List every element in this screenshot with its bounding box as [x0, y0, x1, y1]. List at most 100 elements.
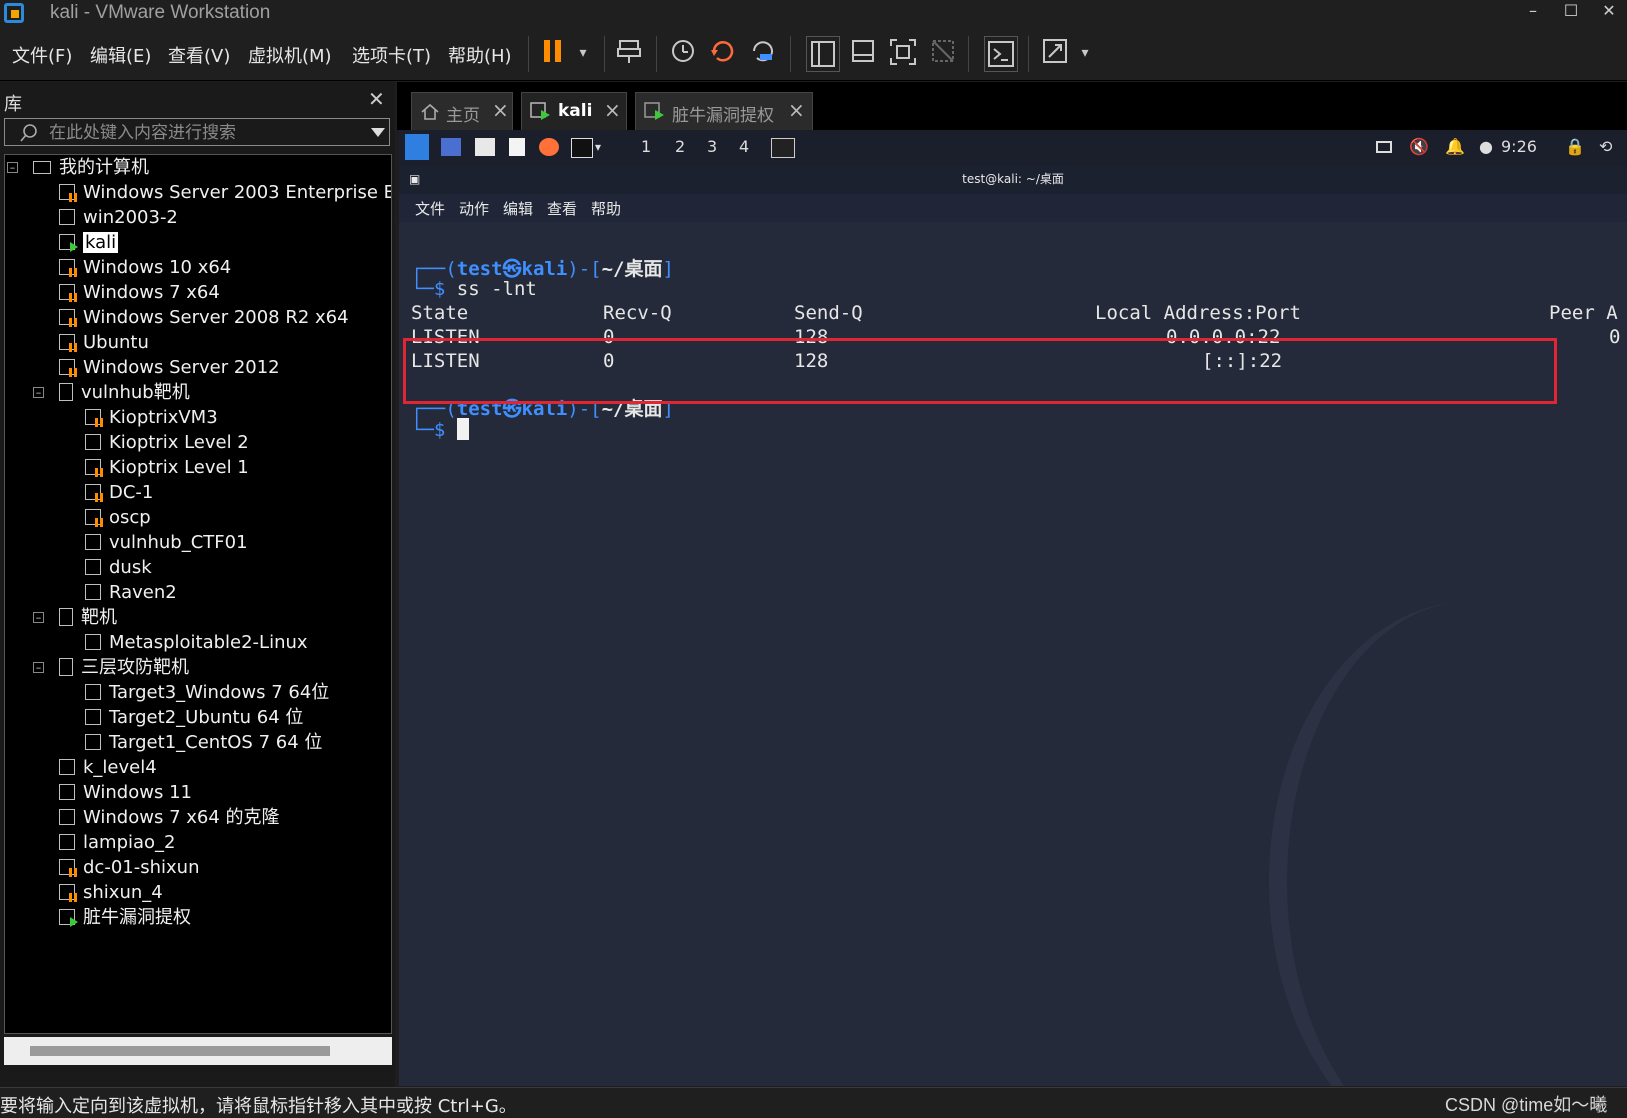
show-desktop-icon[interactable] — [441, 138, 461, 156]
chevron-down-icon[interactable]: ▾ — [1070, 38, 1100, 68]
lock-icon[interactable]: 🔒 — [1565, 137, 1585, 156]
library-tree-item[interactable]: Ubuntu — [59, 330, 149, 355]
library-tree-item[interactable]: dc-01-shixun — [59, 855, 199, 880]
scrollbar-thumb[interactable] — [30, 1046, 330, 1056]
tree-collapse-icon[interactable]: – — [33, 612, 44, 623]
menu-view[interactable]: 查看(V) — [168, 42, 230, 68]
power-status-icon[interactable]: ● — [1479, 137, 1493, 156]
terminal-menu-view[interactable]: 查看 — [547, 198, 577, 219]
library-search-input[interactable] — [47, 121, 361, 145]
console-view-icon[interactable] — [984, 36, 1018, 72]
tree-collapse-icon[interactable]: – — [33, 387, 44, 398]
terminal-icon[interactable] — [571, 138, 593, 158]
library-tree-item[interactable]: Windows Server 2012 — [59, 355, 280, 380]
library-tree-item[interactable]: shixun_4 — [59, 880, 163, 905]
library-tree-item[interactable]: Windows 10 x64 — [59, 255, 231, 280]
workspace-2[interactable]: 2 — [675, 137, 685, 156]
menu-vm[interactable]: 虚拟机(M) — [248, 42, 332, 68]
pause-icon[interactable] — [538, 38, 568, 68]
library-tree-item[interactable]: oscp — [85, 505, 151, 530]
library-tree-item[interactable]: Kioptrix Level 1 — [85, 455, 249, 480]
library-search-box[interactable] — [4, 118, 390, 146]
library-tree-item[interactable]: vulnhub靶机 — [59, 380, 190, 405]
snapshot-manager-icon[interactable] — [748, 38, 778, 68]
guest-display[interactable]: ▾ 1 2 3 4 🔇 🔔 ● 9:26 🔒 ⟲ ▣ test@kali: ~/… — [399, 130, 1627, 1086]
library-tree-item[interactable]: Windows 7 x64 — [59, 280, 220, 305]
tab-kali-close-icon[interactable]: × — [604, 98, 621, 122]
workspace-4[interactable]: 4 — [739, 137, 749, 156]
library-tree-item[interactable]: win2003-2 — [59, 205, 178, 230]
bell-icon[interactable]: 🔔 — [1445, 137, 1465, 156]
library-tree-item[interactable]: 脏牛漏洞提权 — [59, 905, 191, 930]
library-tree-item[interactable]: DC-1 — [85, 480, 153, 505]
mute-icon[interactable]: 🔇 — [1409, 137, 1429, 156]
library-tree-item[interactable]: dusk — [85, 555, 152, 580]
tab-home[interactable]: 主页 × — [411, 92, 513, 130]
library-tree-item[interactable]: Target2_Ubuntu 64 位 — [85, 705, 303, 730]
library-tree-item[interactable]: Windows 7 x64 的克隆 — [59, 805, 280, 830]
terminal-menu-file[interactable]: 文件 — [415, 198, 445, 219]
library-tree-item[interactable]: 我的计算机 — [33, 155, 149, 180]
vm-suspended-icon — [59, 334, 77, 352]
menu-help[interactable]: 帮助(H) — [448, 42, 512, 68]
workspace-3[interactable]: 3 — [707, 137, 717, 156]
library-tree-item[interactable]: kali — [59, 230, 119, 255]
clock[interactable]: 9:26 — [1501, 137, 1537, 156]
tree-collapse-icon[interactable]: – — [33, 662, 44, 673]
row1-peer: 0 — [1609, 326, 1621, 348]
library-tree-item[interactable]: Windows Server 2003 Enterprise Ed — [59, 180, 391, 205]
close-button[interactable]: ✕ — [1591, 0, 1627, 24]
revert-snapshot-icon[interactable] — [708, 38, 738, 68]
unity-icon[interactable] — [928, 38, 958, 68]
taskbar-terminal-icon[interactable] — [771, 138, 795, 158]
terminal-menu-edit[interactable]: 编辑 — [503, 198, 533, 219]
library-tree-item[interactable]: Kioptrix Level 2 — [85, 430, 249, 455]
stretch-guest-icon[interactable] — [1040, 38, 1070, 68]
chevron-down-icon[interactable]: ▾ — [595, 140, 601, 154]
menu-edit[interactable]: 编辑(E) — [90, 42, 151, 68]
library-tree-item[interactable]: 靶机 — [59, 605, 117, 630]
library-tree-item[interactable]: KioptrixVM3 — [85, 405, 218, 430]
library-tree-item[interactable]: k_level4 — [59, 755, 157, 780]
chevron-down-icon[interactable] — [371, 128, 385, 138]
tab-home-close-icon[interactable]: × — [492, 98, 509, 122]
library-tree-item[interactable]: vulnhub_CTF01 — [85, 530, 248, 555]
terminal-menu-action[interactable]: 动作 — [459, 198, 489, 219]
thumbnail-bar-icon[interactable] — [848, 38, 878, 68]
tab-kali[interactable]: kali × — [521, 92, 627, 130]
chevron-down-icon[interactable]: ▾ — [568, 38, 598, 68]
library-close-button[interactable]: ✕ — [368, 87, 385, 111]
library-tree-item[interactable]: 三层攻防靶机 — [59, 655, 189, 680]
firefox-icon[interactable] — [539, 138, 559, 156]
full-screen-icon[interactable] — [888, 38, 918, 68]
library-tree-item[interactable]: Target3_Windows 7 64位 — [85, 680, 329, 705]
library-tree-item[interactable]: Metasploitable2-Linux — [85, 630, 308, 655]
minimize-button[interactable]: – — [1515, 0, 1551, 24]
tab-dirtycow[interactable]: 脏牛漏洞提权 × — [635, 92, 813, 130]
text-editor-icon[interactable] — [509, 138, 525, 156]
display-icon[interactable] — [1376, 141, 1392, 153]
library-tree-item[interactable]: Raven2 — [85, 580, 177, 605]
menu-file[interactable]: 文件(F) — [12, 42, 72, 68]
show-library-icon[interactable] — [806, 36, 840, 72]
send-ctrl-alt-del-icon[interactable] — [614, 38, 644, 68]
snapshot-icon[interactable] — [668, 38, 698, 68]
library-tree-item[interactable]: Windows Server 2008 R2 x64 — [59, 305, 349, 330]
library-tree-item[interactable]: Windows 11 — [59, 780, 192, 805]
maximize-button[interactable]: ☐ — [1553, 0, 1589, 24]
window-title: kali - VMware Workstation — [50, 2, 271, 23]
tree-collapse-icon[interactable]: – — [7, 162, 18, 173]
terminal-menu-help[interactable]: 帮助 — [591, 198, 621, 219]
kali-menu-icon[interactable] — [405, 134, 429, 160]
library-tree-item[interactable]: Target1_CentOS 7 64 位 — [85, 730, 322, 755]
workspace-1[interactable]: 1 — [627, 136, 665, 168]
terminal-window[interactable]: ▣ test@kali: ~/桌面 文件 动作 编辑 查看 帮助 ┌──(tes… — [399, 166, 1627, 1086]
library-horizontal-scrollbar[interactable] — [4, 1037, 392, 1065]
file-manager-icon[interactable] — [475, 138, 495, 156]
input-line[interactable]: └─$ — [411, 418, 469, 441]
library-tree-item[interactable]: lampiao_2 — [59, 830, 176, 855]
tab-dirtycow-close-icon[interactable]: × — [788, 98, 805, 122]
menu-tabs[interactable]: 选项卡(T) — [352, 42, 431, 68]
library-tree-item-label: dc-01-shixun — [83, 857, 200, 878]
logout-icon[interactable]: ⟲ — [1599, 137, 1612, 156]
